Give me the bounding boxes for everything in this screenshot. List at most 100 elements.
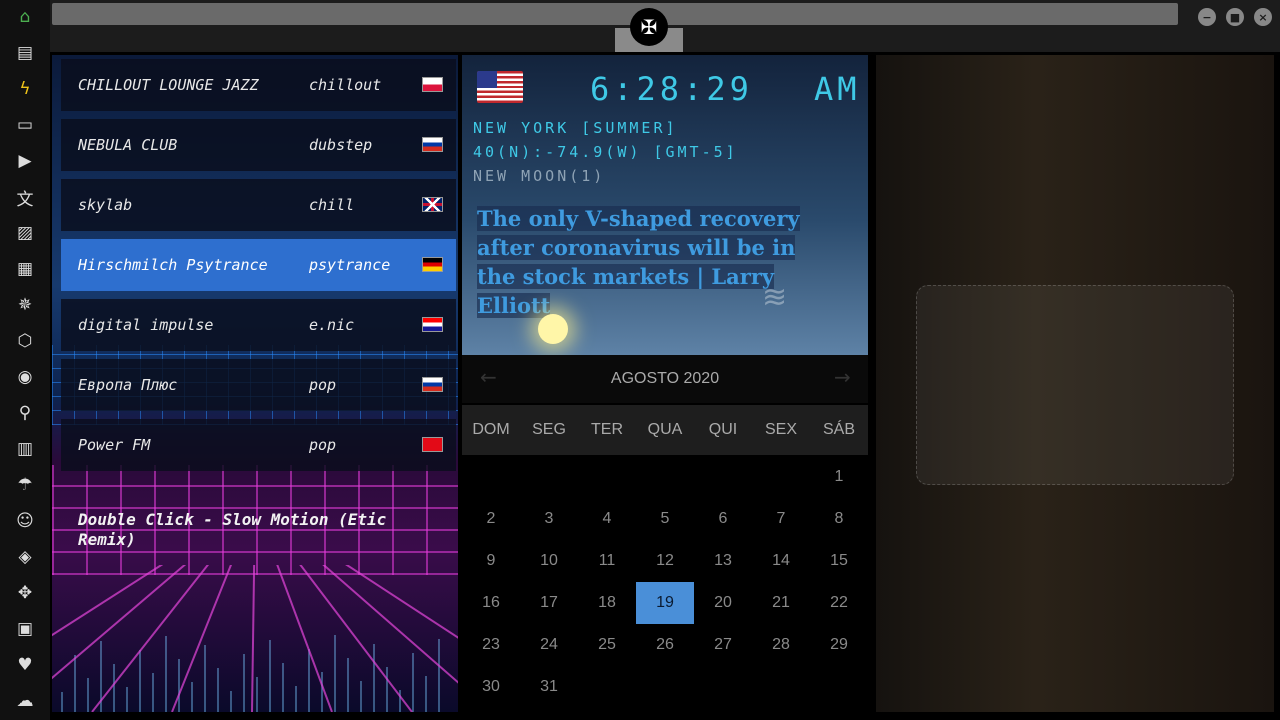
calendar-week-row: 1 [462, 456, 868, 498]
calendar-week-row: 30 31 [462, 666, 868, 708]
expand-icon[interactable]: ✥ [13, 581, 37, 605]
calendar-day[interactable]: 15 [810, 540, 868, 582]
calendar-day[interactable]: 24 [520, 624, 578, 666]
archive-icon[interactable]: ▭ [13, 113, 37, 137]
calendar-day[interactable]: 19 [636, 582, 694, 624]
calendar-day[interactable]: 14 [752, 540, 810, 582]
station-genre: chillout [309, 76, 382, 94]
rebel-alliance-logo-icon: ✠ [630, 8, 668, 46]
clock-time: 6:28:29 [590, 70, 753, 108]
grid-line [299, 565, 413, 712]
photo-placeholder [916, 285, 1234, 485]
map-icon[interactable]: ▥ [13, 437, 37, 461]
station-row[interactable]: Power FM pop [61, 419, 456, 471]
weekday-label: DOM [472, 421, 510, 438]
audio-visualizer [52, 565, 458, 712]
cloud-icon[interactable]: ☁ [13, 689, 37, 713]
code-icon[interactable]: ◈ [13, 545, 37, 569]
calendar-day[interactable]: 28 [752, 624, 810, 666]
calendar-day[interactable]: 25 [578, 624, 636, 666]
station-genre: pop [309, 436, 337, 454]
grid-line [171, 565, 233, 712]
calendar-day[interactable]: 18 [578, 582, 636, 624]
calendar-day[interactable]: 1 [810, 456, 868, 498]
calendar-day[interactable]: 27 [694, 624, 752, 666]
station-row[interactable]: Hirschmilch Psytrance psytrance [61, 239, 456, 291]
globe-icon[interactable]: ◉ [13, 365, 37, 389]
calendar-day[interactable]: 20 [694, 582, 752, 624]
station-row[interactable]: digital impulse e.nic [61, 299, 456, 351]
station-genre: e.nic [309, 316, 355, 334]
calendar-day[interactable]: 31 [520, 666, 578, 708]
weekday-label: QUA [647, 421, 683, 438]
calendar-day[interactable]: 11 [578, 540, 636, 582]
calendar-week-row: 9 10 11 12 13 14 15 [462, 540, 868, 582]
settings-icon[interactable]: ✵ [13, 293, 37, 317]
calendar-day[interactable]: 8 [810, 498, 868, 540]
calendar-empty-cell [694, 456, 752, 498]
minimize-button[interactable]: − [1198, 8, 1216, 26]
calendar-day[interactable]: 4 [578, 498, 636, 540]
calendar-weekday-row: DOM SEG TER QUA QUI SEX SÁB [462, 405, 868, 455]
network-icon[interactable]: ⬡ [13, 329, 37, 353]
calendar-day[interactable]: 29 [810, 624, 868, 666]
station-row[interactable]: CHILLOUT LOUNGE JAZZ chillout [61, 59, 456, 111]
calendar-month-label: AGOSTO 2020 [610, 370, 720, 387]
translate-icon[interactable]: 文 [13, 185, 37, 210]
home-icon[interactable]: ⌂ [13, 5, 37, 29]
station-genre: dubstep [309, 136, 373, 154]
calendar-day[interactable]: 5 [636, 498, 694, 540]
calendar-day[interactable]: 17 [520, 582, 578, 624]
calendar-day[interactable]: 26 [636, 624, 694, 666]
calendar-empty-cell [636, 456, 694, 498]
document-icon[interactable]: ▤ [13, 41, 37, 65]
news-icon[interactable]: ▦ [13, 257, 37, 281]
calendar-day[interactable]: 12 [636, 540, 694, 582]
address-bar[interactable] [52, 3, 1178, 25]
calendar-empty-cell [578, 666, 636, 708]
app-sidebar: ⌂ ▤ ϟ ▭ ▶ 文 ▨ ▦ ✵ ⬡ ◉ ⚲ ▥ ☂ ☺ ◈ ✥ ▣ ♥ ☁ [0, 0, 50, 720]
station-row[interactable]: NEBULA CLUB dubstep [61, 119, 456, 171]
photo-panel [876, 55, 1274, 712]
search-icon[interactable]: ⚲ [13, 401, 37, 425]
now-playing-title: Double Click - Slow Motion (Etic Remix) [78, 510, 387, 549]
contact-icon[interactable]: ☺ [13, 509, 37, 533]
calendar-day[interactable]: 7 [752, 498, 810, 540]
station-name: digital impulse [78, 316, 214, 334]
calendar-day[interactable]: 16 [462, 582, 520, 624]
calendar-day[interactable]: 6 [694, 498, 752, 540]
calendar-day[interactable]: 9 [462, 540, 520, 582]
maximize-button[interactable]: ■ [1226, 8, 1244, 26]
calendar-day[interactable]: 2 [462, 498, 520, 540]
calendar-day[interactable]: 3 [520, 498, 578, 540]
calendar-day[interactable]: 23 [462, 624, 520, 666]
sun-icon [538, 314, 568, 344]
clock-coordinates: 40(N):-74.9(W) [GMT-5] [473, 143, 738, 161]
heart-icon[interactable]: ♥ [13, 653, 37, 677]
station-name: CHILLOUT LOUNGE JAZZ [78, 76, 259, 94]
play-icon[interactable]: ▶ [13, 149, 37, 173]
calendar-day[interactable]: 22 [810, 582, 868, 624]
lightning-icon[interactable]: ϟ [13, 77, 37, 101]
close-button[interactable]: × [1254, 8, 1272, 26]
station-name: Европа Плюс [78, 376, 178, 394]
calendar-day[interactable]: 21 [752, 582, 810, 624]
next-month-arrow-icon[interactable]: → [834, 365, 851, 389]
youtube-icon[interactable]: ▣ [13, 617, 37, 641]
image-icon[interactable]: ▨ [13, 221, 37, 245]
poland-flag-icon [422, 77, 443, 92]
calendar-day[interactable]: 10 [520, 540, 578, 582]
station-genre: psytrance [309, 256, 391, 274]
station-name: Power FM [78, 436, 151, 454]
station-genre: chill [309, 196, 355, 214]
station-row[interactable]: Европа Плюс pop [61, 359, 456, 411]
croatia-flag-icon [422, 317, 443, 332]
station-row[interactable]: skylab chill [61, 179, 456, 231]
clock-city: NEW YORK [SUMMER] [473, 119, 678, 137]
russia-flag-icon [422, 377, 443, 392]
calendar-day[interactable]: 13 [694, 540, 752, 582]
calendar-day[interactable]: 30 [462, 666, 520, 708]
moon-phase: NEW MOON(1) [473, 167, 606, 185]
umbrella-icon[interactable]: ☂ [13, 473, 37, 497]
calendar-empty-cell [752, 456, 810, 498]
